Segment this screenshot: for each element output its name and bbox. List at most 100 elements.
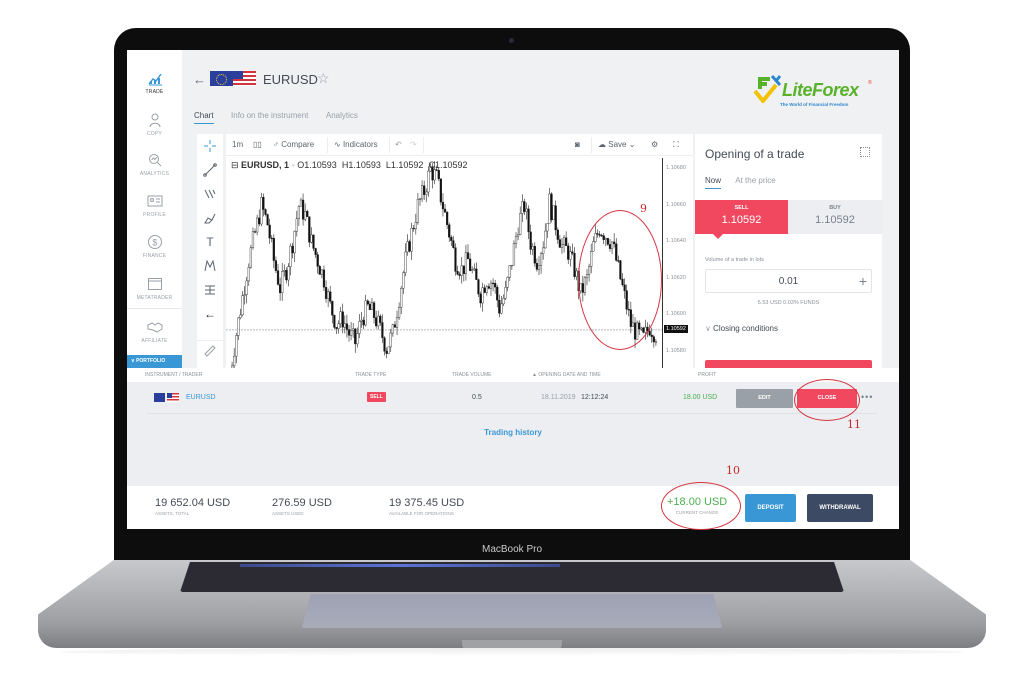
candle <box>475 262 478 280</box>
candle <box>569 246 572 267</box>
nav-item-affiliate[interactable]: AFFILIATE <box>127 308 182 344</box>
candle-body-up <box>579 283 582 292</box>
candle <box>366 299 369 306</box>
nav-item-metatrader[interactable]: METATRADER <box>127 276 182 301</box>
expand-icon[interactable] <box>860 147 870 157</box>
pattern-icon[interactable] <box>197 256 223 276</box>
candle-body-up <box>404 251 407 273</box>
chart-panel: 1m ▯▯ ♂ Compare ∿ Indicators ↶ ↷ ◙ ☁ Sav… <box>226 134 693 370</box>
tab-analytics[interactable]: Analytics <box>326 111 358 123</box>
more-options-icon[interactable]: ••• <box>861 382 873 412</box>
crosshair-icon[interactable] <box>197 136 223 156</box>
portfolio-tab[interactable]: ∨ PORTFOLIO <box>127 355 182 368</box>
candle <box>646 322 649 338</box>
close-button[interactable]: CLOSE <box>797 389 857 408</box>
candle-body-down <box>272 238 275 261</box>
tab-at-the-price[interactable]: At the price <box>735 176 775 188</box>
camera-icon[interactable]: ◙ <box>575 134 580 156</box>
nav-item-profile[interactable]: PROFILE <box>127 193 182 218</box>
closing-conditions-toggle[interactable]: ∨ Closing conditions <box>705 324 778 333</box>
candle <box>468 253 472 272</box>
candle <box>489 280 493 296</box>
tab-info-on-instrument[interactable]: Info on the instrument <box>231 111 308 123</box>
logo-wordmark: LiteForex <box>782 80 859 101</box>
text-tool-icon[interactable]: T <box>197 232 223 252</box>
candle-body-down <box>646 326 649 332</box>
price-axis[interactable]: 1.10680 1.10660 1.10640 1.10620 1.10600 1.105… <box>662 158 693 370</box>
candle-body-up <box>502 298 505 305</box>
collapse-icon[interactable]: ⊟ <box>231 160 241 170</box>
candle <box>464 244 468 281</box>
candle <box>247 263 250 286</box>
candle-body-up <box>418 198 422 200</box>
candle <box>249 244 252 269</box>
candle-body-down <box>274 260 278 271</box>
star-outline-icon[interactable]: ☆ <box>317 70 330 87</box>
withdrawal-button[interactable]: WITHDRAWAL <box>807 494 873 522</box>
candle-body-down <box>606 238 609 245</box>
candle-body-up <box>243 294 246 296</box>
redo-icon[interactable]: ↷ <box>410 134 417 156</box>
fullscreen-icon[interactable]: ⛶ <box>673 134 679 156</box>
trend-line-icon[interactable] <box>197 160 223 180</box>
brush-icon[interactable] <box>197 208 223 228</box>
nav-item-analytics[interactable]: ANALYTICS <box>127 152 182 177</box>
save-button[interactable]: ☁ Save ⌄ <box>598 134 635 156</box>
edit-button[interactable]: EDIT <box>736 389 793 408</box>
tab-now[interactable]: Now <box>705 176 722 189</box>
liteforex-logo: LiteForex ® The World of Financial Freed… <box>752 67 877 111</box>
compare-button[interactable]: ♂ Compare <box>273 134 314 156</box>
candle-body-up <box>604 238 607 240</box>
col-opening-date[interactable]: ▲ OPENING DATE AND TIME <box>532 372 601 378</box>
position-instrument[interactable]: EURUSD <box>186 382 216 414</box>
candle-body-down <box>322 269 326 288</box>
interval-selector[interactable]: 1m <box>232 134 243 156</box>
eu-flag-icon <box>210 71 233 86</box>
sell-button[interactable]: SELL 1.10592 <box>695 200 788 239</box>
candle <box>379 314 382 326</box>
deposit-button[interactable]: DEPOSIT <box>745 494 796 522</box>
settings-gear-icon[interactable]: ⚙ <box>651 134 658 156</box>
candle-body-down <box>581 283 584 293</box>
indicators-button[interactable]: ∿ Indicators <box>334 134 378 156</box>
candle <box>581 275 584 302</box>
nav-item-trade[interactable]: TRADE <box>127 70 182 95</box>
candle-body-up <box>289 245 292 267</box>
candle <box>542 241 545 260</box>
nav-item-copy[interactable]: COPY <box>127 112 182 137</box>
volume-input[interactable] <box>705 269 872 293</box>
candle-body-down <box>523 201 526 212</box>
nav-item-finance[interactable]: $ FINANCE <box>127 234 182 259</box>
candle-body-down <box>393 324 397 328</box>
measure-icon[interactable] <box>197 280 223 300</box>
candle <box>575 267 578 281</box>
col-instrument[interactable]: INSTRUMENT / TRADER <box>145 372 202 378</box>
undo-icon[interactable]: ↶ <box>395 134 402 156</box>
drawing-tools-bar: T ← <box>197 134 223 370</box>
candle <box>362 316 365 330</box>
col-trade-volume[interactable]: TRADE VOLUME <box>452 372 491 378</box>
col-trade-type[interactable]: TRADE TYPE <box>355 372 386 378</box>
candlestick-plot[interactable] <box>226 158 662 370</box>
portfolio-label: PORTFOLIO <box>136 358 166 364</box>
candle <box>318 264 321 275</box>
candle <box>571 243 574 256</box>
candle <box>337 320 340 334</box>
table-row[interactable]: EURUSD SELL 0.5 18.11.2019 12:12:24 18.0… <box>147 382 877 414</box>
col-profit[interactable]: PROFIT <box>698 372 716 378</box>
instrument-symbol: EURUSD <box>263 72 318 87</box>
ruler-icon[interactable] <box>197 340 223 360</box>
candle-body-down <box>567 245 570 260</box>
candle-type-icon[interactable]: ▯▯ <box>253 134 262 156</box>
trading-history-link[interactable]: Trading history <box>127 428 899 437</box>
plus-icon[interactable]: + <box>855 269 871 293</box>
candle-body-down <box>408 241 411 252</box>
fib-tool-icon[interactable] <box>197 184 223 204</box>
candle <box>619 259 622 281</box>
trading-app-screen: TRADE COPY ANALYTICS PROFILE $ FINANCE M… <box>127 50 899 529</box>
logo-forex: Forex <box>812 80 859 100</box>
arrow-back-icon[interactable]: ← <box>197 304 223 324</box>
buy-button[interactable]: BUY 1.10592 <box>788 200 882 234</box>
arrow-left-icon[interactable]: ← <box>193 72 206 87</box>
tab-chart[interactable]: Chart <box>194 111 214 124</box>
